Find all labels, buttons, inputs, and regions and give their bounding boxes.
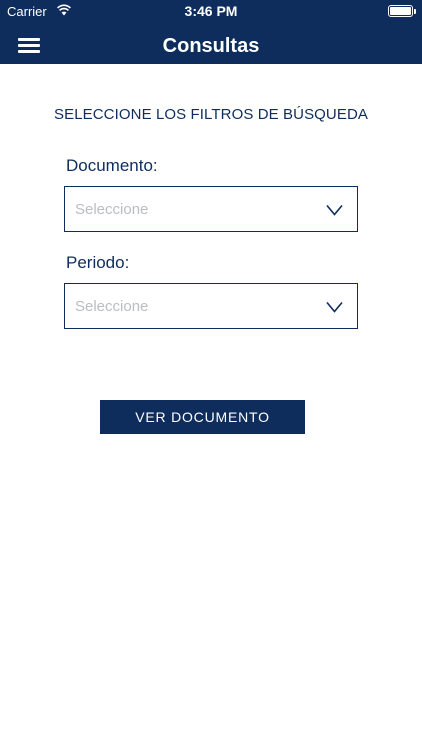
document-select-placeholder: Seleccione: [75, 201, 149, 218]
status-time: 3:46 PM: [184, 3, 238, 19]
battery-icon: [388, 5, 416, 17]
document-label: Documento:: [66, 156, 158, 175]
period-select-placeholder: Seleccione: [75, 298, 149, 315]
page-title: Consultas: [162, 35, 260, 57]
status-bar: Carrier 3:46 PM: [0, 0, 422, 22]
filters-heading: SELECCIONE LOS FILTROS DE BÚSQUEDA: [53, 106, 369, 123]
period-select[interactable]: Seleccione: [64, 283, 358, 329]
chevron-down-icon: [326, 301, 343, 313]
period-label: Periodo:: [66, 253, 130, 272]
app-header: Carrier 3:46 PM Consultas: [0, 0, 422, 64]
chevron-down-icon: [326, 204, 343, 216]
document-select[interactable]: Seleccione: [64, 186, 358, 232]
view-document-button[interactable]: VER DOCUMENTO: [100, 400, 305, 434]
